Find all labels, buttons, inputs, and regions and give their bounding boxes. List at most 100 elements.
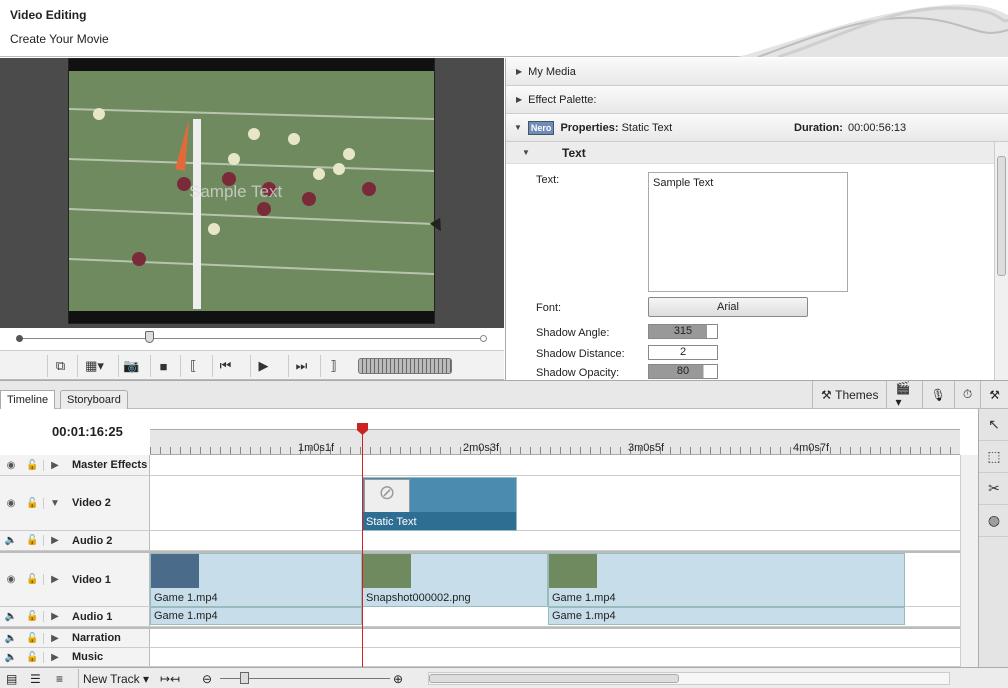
clip-snapshot[interactable]: Snapshot000002.png	[362, 553, 548, 607]
track-label: Narration	[72, 632, 121, 644]
overlay-text: Sample Text	[189, 182, 283, 201]
track-music: 🔈 🔓 ▶ Music	[0, 648, 960, 667]
duration-value: 00:00:56:13	[848, 121, 907, 134]
lock-icon[interactable]: 🔓	[22, 574, 44, 585]
bottom-toolbar: ▤ ☰ ≡ New Track ▾ ↦↤ ⊖ ⊕	[0, 667, 1008, 688]
lock-icon[interactable]: 🔓	[22, 535, 44, 546]
ruler-label: 1m0s1f	[298, 442, 335, 454]
lock-icon[interactable]: 🔓	[22, 459, 44, 471]
page-title: Video Editing	[10, 8, 87, 22]
expand-arrow-icon[interactable]: ▶	[44, 652, 66, 663]
timeline-vertical-scrollbar[interactable]	[960, 455, 978, 667]
track-master-effects: ◉ 🔓 ▶ Master Effects	[0, 455, 960, 476]
shadow-opacity-slider[interactable]: 80	[648, 364, 718, 379]
playhead[interactable]	[357, 423, 368, 667]
expand-arrow-icon[interactable]: ▶	[44, 460, 66, 471]
display-mode-icon[interactable]: ▦▾	[77, 355, 111, 377]
clip-label: Game 1.mp4	[154, 592, 218, 604]
pointer-icon[interactable]: ↖	[979, 409, 1008, 441]
play-icon[interactable]: ▶	[250, 355, 276, 377]
microphone-icon[interactable]: 🎙	[921, 381, 954, 408]
speaker-icon[interactable]: 🔈	[0, 633, 22, 644]
video-frame[interactable]: Sample Text	[68, 58, 435, 324]
expand-arrow-icon[interactable]: ▶	[44, 611, 66, 622]
stop-icon[interactable]: ■	[150, 355, 176, 377]
text-section-header[interactable]: ▼ Text	[506, 142, 1008, 164]
record-icon[interactable]: ◍	[979, 505, 1008, 537]
speaker-icon[interactable]: 🔈	[0, 611, 22, 622]
clip-game-1[interactable]: Game 1.mp4	[150, 553, 362, 607]
scissors-icon[interactable]: ✂	[979, 473, 1008, 505]
font-button[interactable]: Arial	[648, 297, 808, 317]
timeline-ruler[interactable]: 1m0s1f 2m0s3f 3m0s5f 4m0s7f	[150, 429, 960, 455]
zoom-in-icon[interactable]: ⊕	[393, 669, 403, 688]
shadow-angle-label: Shadow Angle:	[536, 327, 610, 339]
timeline-horizontal-scrollbar[interactable]	[428, 672, 950, 685]
tab-storyboard[interactable]: Storyboard	[60, 390, 128, 410]
page-subtitle: Create Your Movie	[10, 32, 109, 46]
next-frame-icon[interactable]: ⏭	[288, 355, 314, 377]
clip-game-1[interactable]: Game 1.mp4	[548, 553, 905, 607]
shadow-distance-slider[interactable]: 2	[648, 345, 718, 360]
visibility-icon[interactable]: ◉	[0, 460, 22, 471]
lock-icon[interactable]: 🔓	[22, 611, 44, 622]
seek-start	[16, 335, 23, 342]
track-view-large-icon[interactable]: ≡	[56, 669, 63, 688]
clip-thumbnail	[363, 554, 411, 588]
properties-header[interactable]: ▼ Nero Properties: Static Text Duration:…	[506, 114, 1008, 142]
collapse-arrow-icon[interactable]: ▼	[44, 498, 66, 509]
lock-icon[interactable]: 🔓	[22, 632, 44, 644]
hammer-icon[interactable]: ⚒	[980, 381, 1008, 408]
tab-timeline[interactable]: Timeline	[0, 390, 56, 410]
themes-button[interactable]: ⚒ Themes	[812, 381, 886, 408]
lock-icon[interactable]: 🔓	[22, 497, 44, 509]
clip-audio-game-1[interactable]: Game 1.mp4	[150, 607, 362, 625]
shadow-angle-slider[interactable]: 315	[648, 324, 718, 339]
track-label: Video 2	[72, 497, 111, 509]
nero-badge: Nero	[527, 120, 555, 135]
seek-handle[interactable]	[145, 331, 154, 343]
snapshot-camera-icon[interactable]: 📷	[118, 355, 144, 377]
text-input[interactable]: Sample Text	[648, 172, 848, 292]
track-view-small-icon[interactable]: ▤	[6, 669, 17, 688]
expand-arrow-icon[interactable]: ▶	[44, 574, 66, 585]
duration-label: Duration:	[794, 121, 843, 134]
zoom-slider-handle[interactable]	[240, 672, 249, 684]
fullscreen-icon[interactable]: ⧉	[47, 355, 73, 377]
timecode-display: 00:01:16:25	[52, 424, 123, 439]
my-media-section[interactable]: ▶ My Media	[506, 58, 1008, 86]
seek-bar[interactable]	[0, 328, 504, 350]
clip-audio-game-1[interactable]: Game 1.mp4	[548, 607, 905, 625]
marquee-select-icon[interactable]: ⬚	[979, 441, 1008, 473]
clip-label: Game 1.mp4	[552, 592, 616, 604]
mark-out-icon[interactable]: ⟧	[320, 355, 346, 377]
lock-icon[interactable]: 🔓	[22, 651, 44, 663]
expand-arrow-icon[interactable]: ▶	[44, 633, 66, 644]
expand-arrow-icon[interactable]: ▶	[44, 535, 66, 546]
previous-frame-icon[interactable]: ⏮	[212, 355, 238, 377]
speaker-icon[interactable]: 🔈	[0, 652, 22, 663]
clapper-icon[interactable]: 🎬▾	[886, 381, 921, 409]
fit-to-window-icon[interactable]: ↦↤	[160, 669, 180, 688]
stopwatch-icon[interactable]: ⏱	[953, 381, 980, 408]
properties-scrollbar[interactable]	[994, 142, 1008, 380]
visibility-icon[interactable]: ◉	[0, 498, 22, 509]
clip-label: Snapshot000002.png	[366, 592, 471, 604]
text-effect-icon: ⊘	[364, 479, 410, 513]
text-label: Text:	[536, 174, 560, 186]
collapse-arrow-icon: ▼	[522, 148, 530, 157]
clip-label: Game 1.mp4	[154, 610, 218, 622]
clip-static-text[interactable]: ⊘ Static Text	[362, 477, 517, 531]
playback-controls: ⧉ ▦▾ 📷 ■ ⟦ ⏮ ▶ ⏭ ⟧	[0, 350, 504, 380]
properties-body: Text: Sample Text Font: Arial Shadow Ang…	[506, 164, 1008, 380]
jog-wheel[interactable]	[358, 358, 452, 374]
speaker-icon[interactable]: 🔈	[0, 535, 22, 546]
visibility-icon[interactable]: ◉	[0, 574, 22, 585]
clip-thumbnail	[549, 554, 597, 588]
new-track-button[interactable]: New Track ▾	[78, 669, 149, 688]
effect-palette-section[interactable]: ▶ Effect Palette:	[506, 86, 1008, 114]
mark-in-icon[interactable]: ⟦	[180, 355, 206, 377]
zoom-out-icon[interactable]: ⊖	[202, 669, 212, 688]
track-view-medium-icon[interactable]: ☰	[30, 669, 41, 688]
themes-label: Themes	[835, 387, 879, 402]
